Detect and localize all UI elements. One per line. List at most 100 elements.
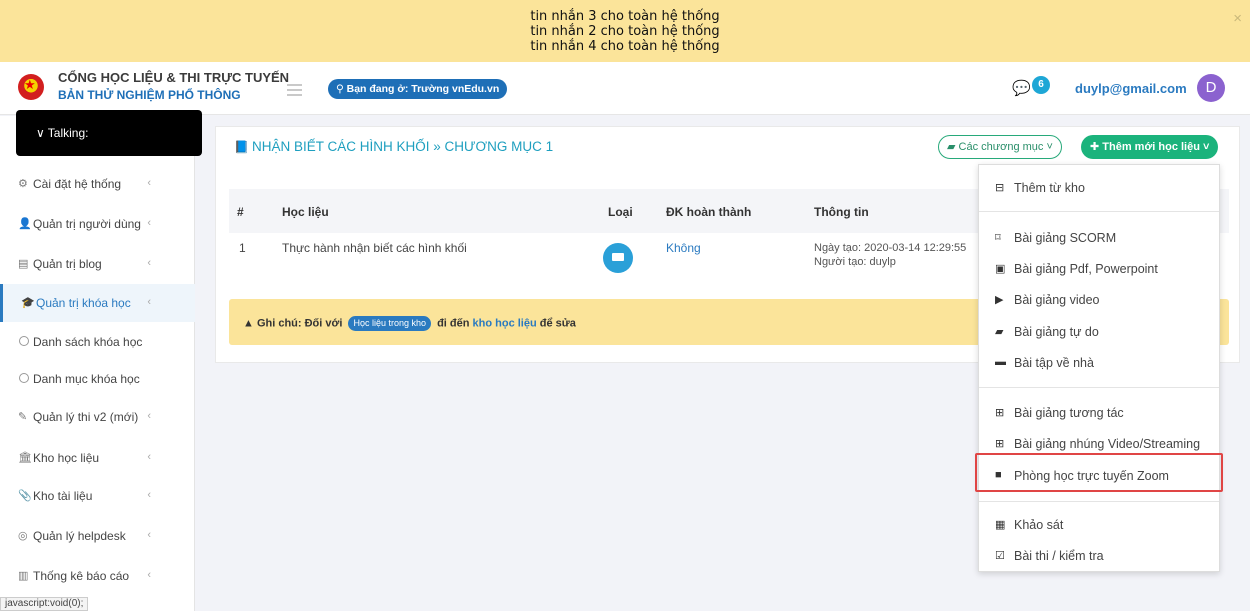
note-middle: đi đến	[437, 317, 470, 330]
book-icon: ▰	[995, 326, 1004, 338]
plus-icon: ✚	[1090, 141, 1103, 153]
avatar[interactable]: D	[1197, 74, 1225, 102]
menu-toggle-icon[interactable]	[287, 84, 302, 99]
sidebar-item-label: Quản trị người dùng	[33, 217, 141, 231]
add-material-button[interactable]: ✚ Thêm mới học liệu ˅	[1081, 135, 1219, 159]
checkbox-icon: ☑	[995, 550, 1005, 562]
banner-line: tin nhắn 4 cho toàn hệ thống	[530, 39, 720, 54]
brand-title: CỔNG HỌC LIỆU & THI TRỰC TUYẾN	[58, 70, 290, 85]
sidebar-item-documents[interactable]: 📎 Kho tài liệu ‹	[0, 477, 195, 515]
sidebar-item-users[interactable]: 👤 Quản trị người dùng ‹	[0, 205, 195, 243]
sidebar-item-label: Quản trị khóa học	[36, 296, 131, 310]
circle-icon	[19, 336, 29, 346]
divider	[979, 211, 1219, 212]
note-suffix: để sửa	[539, 317, 576, 330]
menu-item-add-from-repository[interactable]: ⊟ Thêm từ kho	[979, 173, 1219, 203]
chevron-left-icon: ‹	[147, 217, 151, 229]
row-index: 1	[239, 241, 246, 255]
sidebar-subitem-course-categories[interactable]: Danh mục khóa học	[0, 361, 195, 397]
survey-icon: ▦	[995, 519, 1006, 531]
menu-item-exam[interactable]: ☑ Bài thi / kiểm tra	[979, 541, 1219, 571]
add-material-dropdown: ⊟ Thêm từ kho ⌑ Bài giảng SCORM ▣ Bài gi…	[978, 164, 1220, 572]
file-powerpoint-icon: ▣	[995, 263, 1006, 275]
page-title: NHẬN BIẾT CÁC HÌNH KHỐI » CHƯƠNG MỤC 1	[251, 139, 554, 154]
chapters-dropdown-button[interactable]: ▰ Các chương mục ˅	[938, 135, 1062, 159]
sidebar-item-label: Quản trị blog	[33, 257, 102, 271]
sidebar-item-blog[interactable]: ▤ Quản trị blog ‹	[0, 245, 195, 283]
sidebar-item-label: Quản lý helpdesk	[33, 529, 126, 543]
close-icon[interactable]: ×	[1233, 10, 1242, 27]
presentation-icon	[603, 243, 633, 273]
menu-item-pdf-powerpoint[interactable]: ▣ Bài giảng Pdf, Powerpoint	[979, 254, 1219, 284]
sidebar-item-system-settings[interactable]: ⚙ Cài đặt hệ thống ‹	[0, 165, 195, 203]
notification-banner: tin nhắn 3 cho toàn hệ thống tin nhắn 2 …	[0, 0, 1250, 62]
bar-chart-icon: ▥	[18, 570, 29, 582]
sidebar-item-label: Cài đặt hệ thống	[33, 177, 122, 191]
material-repository-link[interactable]: kho học liệu	[473, 317, 537, 329]
chat-count-badge[interactable]: 6	[1032, 76, 1050, 94]
bookmark-icon: ⌑	[995, 232, 1001, 244]
interactive-icon: ⊞	[995, 407, 1005, 419]
menu-item-video[interactable]: ▶ Bài giảng video	[979, 285, 1219, 315]
menu-item-scorm[interactable]: ⌑ Bài giảng SCORM	[979, 223, 1219, 253]
divider	[979, 501, 1219, 502]
zoom-item-highlight	[975, 453, 1223, 492]
menu-item-survey[interactable]: ▦ Khảo sát	[979, 510, 1219, 540]
chevron-left-icon: ‹	[147, 410, 151, 422]
lifebuoy-icon: ◎	[18, 530, 28, 542]
paperclip-icon: 📎	[18, 490, 32, 502]
menu-item-free-lecture[interactable]: ▰ Bài giảng tự do	[979, 317, 1219, 347]
note-prefix: Ghi chú: Đối với	[256, 317, 343, 330]
emblem-logo	[18, 74, 44, 100]
chapters-label: Các chương mục	[958, 141, 1044, 153]
brand-subtitle: BẢN THỬ NGHIỆM PHỔ THÔNG	[58, 88, 241, 102]
graduation-cap-icon: 🎓	[21, 297, 35, 309]
top-header: CỔNG HỌC LIỆU & THI TRỰC TUYẾN BẢN THỬ N…	[0, 62, 1250, 115]
sidebar-item-helpdesk[interactable]: ◎ Quản lý helpdesk ‹	[0, 517, 195, 555]
chevron-left-icon: ‹	[147, 451, 151, 463]
newspaper-icon: ▤	[18, 258, 29, 270]
location-badge[interactable]: ⚲ Bạn đang ở: Trường vnEdu.vn	[328, 79, 508, 99]
circle-icon	[19, 373, 29, 383]
banner-line: tin nhắn 3 cho toàn hệ thống	[530, 9, 720, 24]
archive-icon: ⊟	[995, 182, 1005, 194]
column-header: Học liệu	[282, 205, 329, 219]
sidebar: ∨ Talking: ⚙ Cài đặt hệ thống ‹ 👤 Quản tr…	[0, 110, 202, 611]
menu-item-label: Bài tập về nhà	[1014, 356, 1094, 370]
sidebar-item-courses[interactable]: 🎓 Quản trị khóa học ‹	[0, 284, 195, 322]
column-header: ĐK hoàn thành	[666, 205, 752, 219]
sidebar-subitem-course-list[interactable]: Danh sách khóa học	[0, 324, 195, 360]
completion-condition[interactable]: Không	[666, 241, 701, 255]
talking-label: Talking:	[47, 126, 89, 140]
sidebar-item-label: Quản lý thi v2 (mới)	[33, 410, 139, 424]
chat-icon[interactable]: 💬	[1012, 79, 1031, 97]
talking-toggle[interactable]: ∨ Talking:	[16, 110, 202, 156]
banner-messages: tin nhắn 3 cho toàn hệ thống tin nhắn 2 …	[0, 9, 1250, 54]
user-icon: 👤	[18, 218, 32, 230]
menu-item-label: Bài giảng tương tác	[1014, 406, 1124, 420]
sidebar-item-reports[interactable]: ▥ Thống kê báo cáo ‹	[0, 557, 195, 595]
edit-icon: ✎	[18, 411, 28, 423]
menu-item-interactive[interactable]: ⊞ Bài giảng tương tác	[979, 398, 1219, 428]
material-info: Ngày tạo: 2020-03-14 12:29:55 Người tạo:…	[814, 241, 966, 269]
chevron-left-icon: ‹	[147, 569, 151, 581]
creator: Người tạo: duylp	[814, 256, 896, 268]
material-name[interactable]: Thực hành nhận biết các hình khối	[282, 241, 467, 255]
banner-line: tin nhắn 2 cho toàn hệ thống	[530, 24, 720, 39]
chevron-left-icon: ‹	[147, 257, 151, 269]
chevron-down-icon: ˅	[1199, 141, 1210, 153]
folder-open-icon: ▬	[995, 356, 1006, 368]
embed-icon: ⊞	[995, 438, 1005, 450]
menu-item-homework[interactable]: ▬ Bài tập về nhà	[979, 348, 1219, 378]
created-date: Ngày tạo: 2020-03-14 12:29:55	[814, 242, 967, 254]
user-email[interactable]: duylp@gmail.com	[1075, 81, 1187, 96]
sidebar-item-exams[interactable]: ✎ Quản lý thi v2 (mới) ‹	[0, 398, 195, 436]
sidebar-item-learning-materials[interactable]: 🏛 Kho học liệu ‹	[0, 439, 195, 477]
menu-item-label: Thêm từ kho	[1014, 181, 1085, 195]
file-video-icon: ▶	[995, 294, 1004, 306]
warning-icon: ▲	[243, 317, 257, 330]
chevron-left-icon: ‹	[147, 489, 151, 501]
breadcrumb: 📘 NHẬN BIẾT CÁC HÌNH KHỐI » CHƯƠNG MỤC 1	[234, 139, 553, 154]
chevron-down-icon: ∨	[36, 126, 45, 140]
sidebar-subitem-label: Danh sách khóa học	[33, 335, 143, 349]
